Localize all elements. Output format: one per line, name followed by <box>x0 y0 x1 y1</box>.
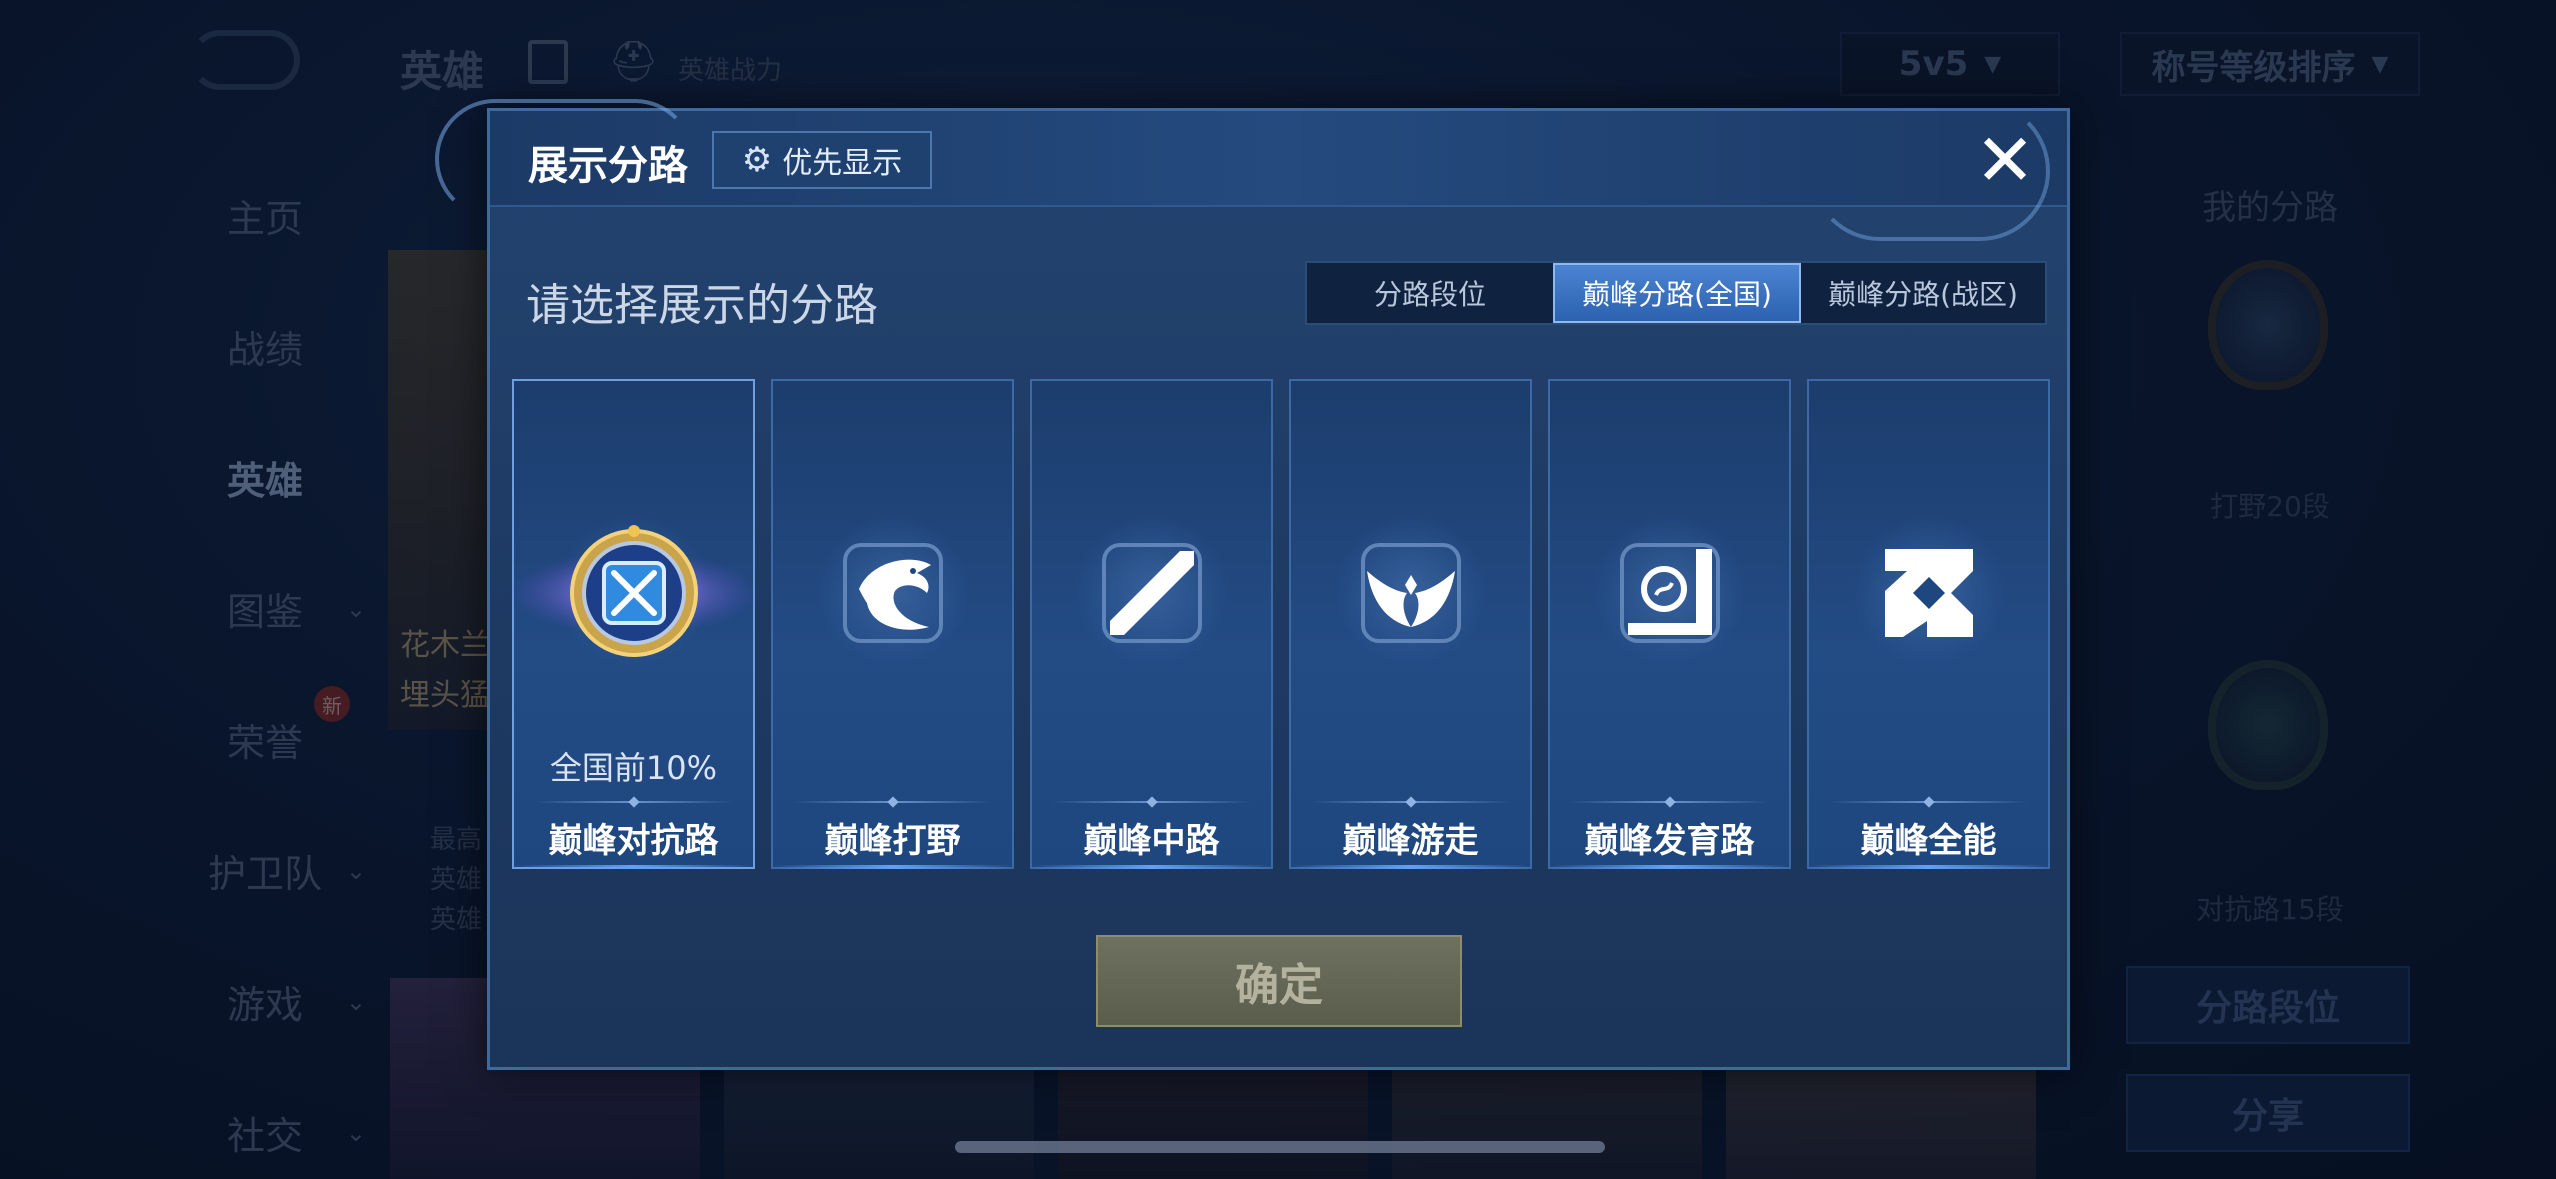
confirm-button[interactable]: 确定 <box>1096 935 1462 1027</box>
tab-lane-rank[interactable]: 分路段位 <box>1307 263 1553 323</box>
card-bottom-glow <box>1291 865 1530 869</box>
lane-label: 巅峰发育路 <box>1584 821 1755 861</box>
bow-target-icon <box>1608 531 1732 655</box>
lane-card-farm[interactable]: 巅峰发育路 <box>1548 379 1791 869</box>
card-bottom-glow <box>1550 865 1789 869</box>
crossed-swords-medal-icon <box>508 525 759 657</box>
divider <box>1570 801 1769 803</box>
card-bottom-glow <box>1809 865 2048 869</box>
dialog-title: 展示分路 <box>528 143 688 189</box>
lane-rank-percent: 全国前10% <box>549 749 718 787</box>
lane-card-clash[interactable]: 全国前10% 巅峰对抗路 <box>508 379 759 869</box>
divider <box>1052 801 1251 803</box>
lane-display-dialog: 展示分路 ⚙ 优先显示 ✕ 请选择展示的分路 分路段位 巅峰分路(全国) 巅峰分… <box>435 99 2070 1070</box>
tab-peak-national[interactable]: 巅峰分路(全国) <box>1553 263 1801 323</box>
lane-label: 巅峰全能 <box>1860 821 1997 861</box>
lane-label: 巅峰对抗路 <box>548 821 719 861</box>
card-bottom-glow <box>773 865 1012 869</box>
diamond-slashes-icon <box>1867 531 1991 655</box>
close-icon[interactable]: ✕ <box>1970 118 2040 202</box>
lane-card-mid[interactable]: 巅峰中路 <box>1030 379 1273 869</box>
lane-type-tabs: 分路段位 巅峰分路(全国) 巅峰分路(战区) <box>1305 261 2047 325</box>
lane-card-allround[interactable]: 巅峰全能 <box>1807 379 2050 869</box>
divider <box>793 801 992 803</box>
divider <box>1311 801 1510 803</box>
lane-card-roam[interactable]: 巅峰游走 <box>1289 379 1532 869</box>
priority-display-button[interactable]: ⚙ 优先显示 <box>712 131 932 189</box>
card-bottom-glow <box>1032 865 1271 869</box>
lane-card-row: 全国前10% 巅峰对抗路 巅峰打野 巅峰中路 巅峰游走 巅峰发育路 巅峰全能 <box>508 379 2050 869</box>
gear-icon: ⚙ <box>741 140 773 180</box>
priority-display-label: 优先显示 <box>782 146 903 181</box>
lane-label: 巅峰中路 <box>1083 821 1220 861</box>
wings-icon <box>1349 531 1473 655</box>
lane-label: 巅峰游走 <box>1342 821 1479 861</box>
home-indicator[interactable] <box>955 1141 1605 1153</box>
divider <box>1829 801 2028 803</box>
select-lane-prompt: 请选择展示的分路 <box>526 280 878 331</box>
selected-indicator <box>514 865 753 869</box>
lane-card-jungle[interactable]: 巅峰打野 <box>771 379 1014 869</box>
lane-label: 巅峰打野 <box>824 821 961 861</box>
slash-staff-icon <box>1090 531 1214 655</box>
tab-peak-region[interactable]: 巅峰分路(战区) <box>1801 263 2045 323</box>
dragon-icon <box>831 531 955 655</box>
divider <box>534 801 733 803</box>
